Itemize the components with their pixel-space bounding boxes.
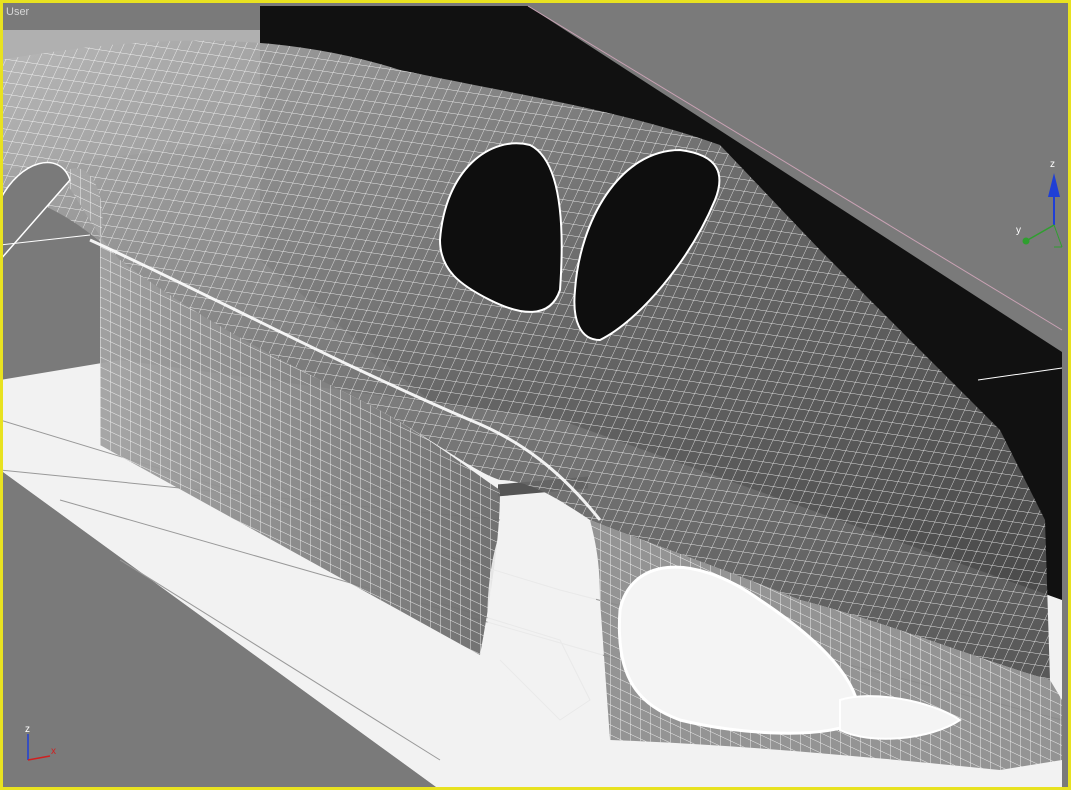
y-axis-dot-icon bbox=[1022, 237, 1030, 245]
z-axis-label: z bbox=[1050, 159, 1055, 170]
y-axis-line bbox=[1025, 224, 1055, 242]
world-x-axis-label: x bbox=[51, 746, 56, 757]
scene-canvas[interactable] bbox=[0, 0, 1071, 790]
view-cube-gizmo[interactable]: z y bbox=[1010, 155, 1065, 255]
world-axis-tripod: z x bbox=[25, 724, 56, 761]
gizmo-edge bbox=[1053, 224, 1063, 248]
y-axis-label: y bbox=[1016, 225, 1021, 236]
viewport-label[interactable]: User bbox=[6, 6, 29, 18]
world-z-axis-label: z bbox=[25, 724, 30, 735]
perspective-viewport[interactable]: User z y z x bbox=[0, 0, 1071, 790]
world-x-axis-line bbox=[27, 755, 51, 761]
z-axis-arrow-icon bbox=[1048, 173, 1060, 197]
